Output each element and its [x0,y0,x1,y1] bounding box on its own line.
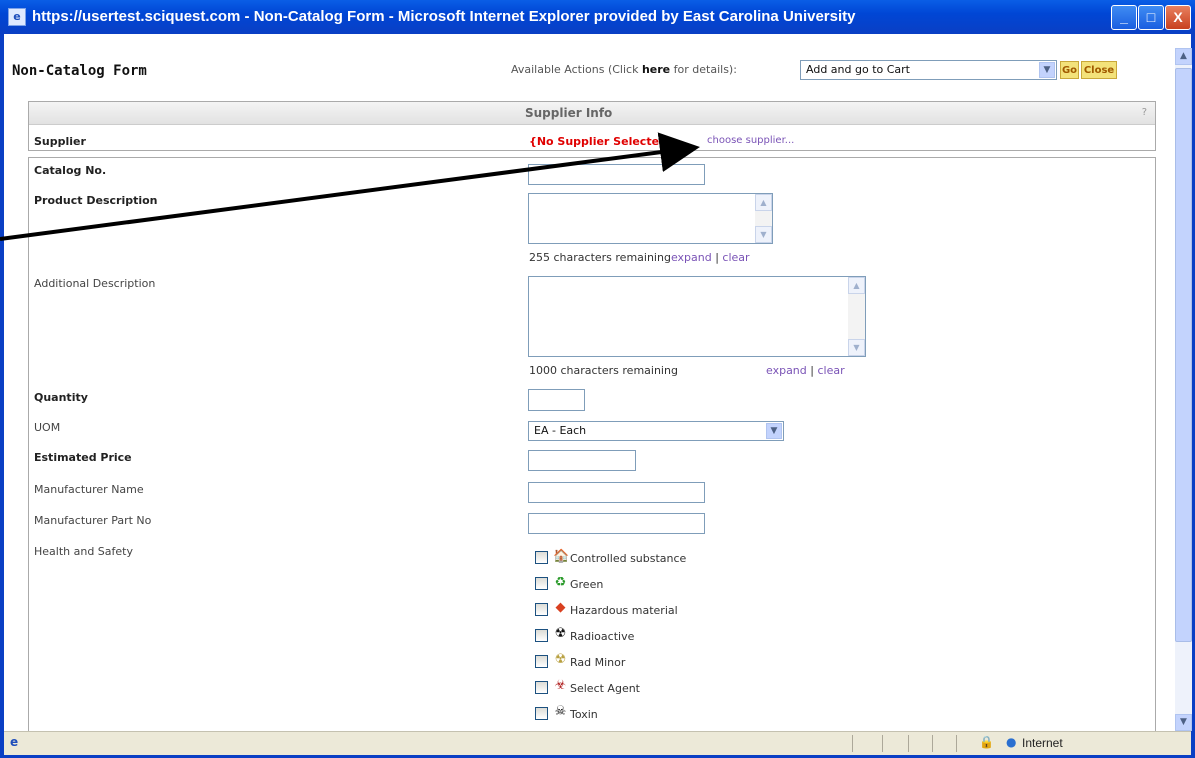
select-agent-checkbox[interactable] [535,681,548,694]
product-description-textarea[interactable]: ▲ ▼ [528,193,773,244]
additional-description-counter: 1000 characters remaining [529,364,678,377]
here-link[interactable]: here [642,63,670,76]
uom-label: UOM [34,421,61,434]
quantity-input[interactable] [528,389,585,411]
globe-icon: ● [1006,735,1017,749]
chevron-down-icon: ▼ [766,423,782,439]
scroll-up-icon[interactable]: ▲ [848,277,865,294]
rad-minor-label: Rad Minor [570,656,626,669]
supplier-label: Supplier [34,135,86,148]
catalog-no-input[interactable] [528,164,705,185]
skull-icon: ☠ [554,704,567,719]
catalog-no-label: Catalog No. [34,164,107,177]
chevron-down-icon: ▼ [1039,62,1055,78]
go-button[interactable]: Go [1060,61,1079,79]
health-safety-label: Health and Safety [34,545,133,558]
scroll-down-icon[interactable]: ▼ [1175,714,1192,731]
status-bar: e 🔒 ● Internet [4,731,1191,755]
product-description-label: Product Description [34,194,158,207]
radioactive-icon: ☢ [554,626,567,641]
manufacturer-part-label: Manufacturer Part No [34,514,152,527]
quantity-label: Quantity [34,391,88,404]
available-actions-label: Available Actions (Click here for detail… [511,63,737,76]
scroll-down-icon[interactable]: ▼ [755,226,772,243]
scroll-up-icon[interactable]: ▲ [755,194,772,211]
recycle-icon: ♻ [554,575,567,590]
textarea-scrollbar[interactable]: ▲ ▼ [755,194,772,243]
minimize-button[interactable]: _ [1111,5,1137,30]
rad-minor-checkbox[interactable] [535,655,548,668]
controlled-substance-label: Controlled substance [570,552,687,565]
ie-icon: e [8,8,26,26]
hazardous-material-checkbox[interactable] [535,603,548,616]
status-divider [932,735,933,752]
help-icon[interactable]: ? [1142,107,1147,118]
status-divider [908,735,909,752]
controlled-substance-checkbox[interactable] [535,551,548,564]
ie-page-icon: e [10,735,19,749]
uom-select[interactable]: EA - Each ▼ [528,421,784,441]
biohazard-icon: ☣ [554,678,567,693]
additional-description-textarea[interactable]: ▲ ▼ [528,276,866,357]
select-agent-label: Select Agent [570,682,640,695]
estimated-price-input[interactable] [528,450,636,471]
maximize-button[interactable]: □ [1138,5,1164,30]
additional-description-label: Additional Description [34,277,156,290]
radioactive-minor-icon: ☢ [554,652,567,667]
product-description-counter: 255 characters remainingexpand | clear [529,251,750,264]
scroll-up-icon[interactable]: ▲ [1175,48,1192,65]
radioactive-checkbox[interactable] [535,629,548,642]
scroll-thumb[interactable] [1175,68,1192,642]
green-checkbox[interactable] [535,577,548,590]
toxin-label: Toxin [570,708,598,721]
status-divider [882,735,883,752]
window-titlebar[interactable]: e https://usertest.sciquest.com - Non-Ca… [0,0,1195,34]
available-actions-select[interactable]: Add and go to Cart ▼ [800,60,1057,80]
window-title: https://usertest.sciquest.com - Non-Cata… [32,8,856,25]
status-divider [852,735,853,752]
hazardous-material-label: Hazardous material [570,604,678,617]
radioactive-label: Radioactive [570,630,635,643]
manufacturer-part-input[interactable] [528,513,705,534]
toxin-checkbox[interactable] [535,707,548,720]
clear-link[interactable]: clear [817,364,844,377]
clear-link[interactable]: clear [722,251,749,264]
expand-link[interactable]: expand [766,364,807,377]
manufacturer-name-input[interactable] [528,482,705,503]
lock-icon: 🔒 [979,735,994,749]
close-button[interactable]: Close [1081,61,1117,79]
additional-description-actions: expand | clear [766,364,845,377]
vertical-scrollbar[interactable]: ▲ ▼ [1175,48,1192,731]
close-window-button[interactable]: X [1165,5,1191,30]
manufacturer-name-label: Manufacturer Name [34,483,144,496]
page-title: Non-Catalog Form [12,63,147,79]
section-title: Supplier Info [525,106,613,120]
green-label: Green [570,578,604,591]
estimated-price-label: Estimated Price [34,451,132,464]
controlled-substance-icon: 🏠 [553,549,570,564]
status-divider [956,735,957,752]
scroll-down-icon[interactable]: ▼ [848,339,865,356]
security-zone: Internet [1022,736,1063,750]
hazard-diamond-icon: ◆ [555,600,566,615]
no-supplier-selected: {No Supplier Selected} [529,135,675,148]
textarea-scrollbar[interactable]: ▲ ▼ [848,277,865,356]
choose-supplier-link[interactable]: choose supplier... [707,135,794,146]
supplier-info-header: Supplier Info ? [29,102,1155,125]
expand-link[interactable]: expand [671,251,712,264]
